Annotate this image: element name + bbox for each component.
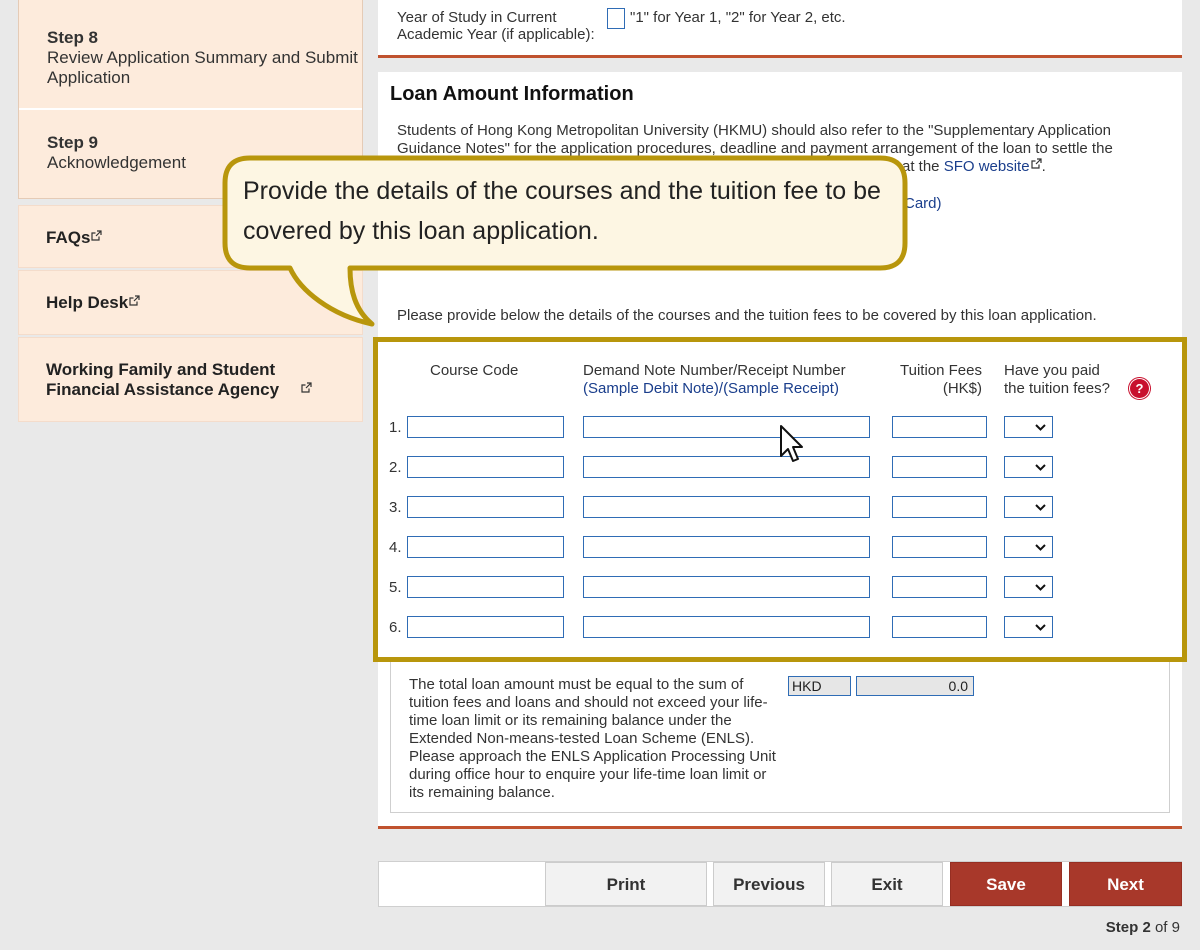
card-link-fragment[interactable]: Card) [904, 195, 942, 212]
chevron-down-icon [1035, 584, 1046, 591]
paid-fees-select[interactable] [1004, 416, 1053, 438]
course-code-input[interactable] [407, 536, 564, 558]
demand-note-input[interactable] [583, 416, 870, 438]
step-number: Step 8 [47, 28, 99, 47]
course-code-input[interactable] [407, 576, 564, 598]
save-button[interactable]: Save [950, 862, 1062, 906]
course-code-input[interactable] [407, 616, 564, 638]
sample-debit-note-link[interactable]: (Sample Debit Note) [583, 380, 719, 397]
course-code-input[interactable] [407, 496, 564, 518]
external-link-icon [129, 295, 140, 306]
tuition-fee-input[interactable] [892, 496, 987, 518]
course-row: 3. [378, 496, 1182, 520]
paid-fees-select[interactable] [1004, 456, 1053, 478]
external-link-icon [91, 230, 103, 241]
header-demand-note: Demand Note Number/Receipt Number (Sampl… [583, 362, 846, 397]
year-of-study-label: Year of Study in Current Academic Year (… [397, 9, 595, 43]
row-number: 3. [389, 499, 402, 516]
row-number: 2. [389, 459, 402, 476]
course-code-input[interactable] [407, 456, 564, 478]
total-loan-box: The total loan amount must be equal to t… [390, 660, 1170, 813]
sidebar-link-help-desk[interactable]: Help Desk [18, 270, 363, 335]
chevron-down-icon [1035, 464, 1046, 471]
chevron-down-icon [1035, 424, 1046, 431]
callout-text: Provide the details of the courses and t… [243, 177, 881, 245]
demand-note-input[interactable] [583, 496, 870, 518]
chevron-down-icon [1035, 544, 1046, 551]
demand-note-input[interactable] [583, 576, 870, 598]
course-instructions: Please provide below the details of the … [397, 307, 1097, 324]
tuition-fee-input[interactable] [892, 416, 987, 438]
demand-note-input[interactable] [583, 536, 870, 558]
row-number: 1. [389, 419, 402, 436]
tuition-fee-input[interactable] [892, 616, 987, 638]
mouse-cursor-icon [780, 425, 803, 462]
paid-fees-select[interactable] [1004, 616, 1053, 638]
section-heading: Loan Amount Information [390, 83, 634, 105]
sidebar-step-8[interactable]: Step 8 Review Application Summary and Su… [19, 0, 362, 110]
step-title: Review Application Summary and Submit Ap… [47, 48, 358, 87]
step-number: Step 9 [47, 133, 99, 152]
row-number: 5. [389, 579, 402, 596]
sidebar-link-label: Help Desk [46, 293, 129, 312]
header-course-code: Course Code [430, 362, 519, 379]
step-counter: Step 2 of 9 [1105, 919, 1180, 936]
demand-note-input[interactable] [583, 616, 870, 638]
tuition-fee-input[interactable] [892, 456, 987, 478]
next-button[interactable]: Next [1069, 862, 1182, 906]
sample-receipt-link[interactable]: /(Sample Receipt) [719, 380, 839, 397]
paid-fees-select[interactable] [1004, 536, 1053, 558]
total-amount-field: 0.0 [856, 676, 974, 696]
external-link-icon [1030, 158, 1042, 169]
tuition-fee-input[interactable] [892, 576, 987, 598]
year-of-study-input[interactable] [607, 8, 625, 29]
paid-fees-select[interactable] [1004, 496, 1053, 518]
exit-button[interactable]: Exit [831, 862, 943, 906]
step-title: Acknowledgement [47, 153, 186, 172]
header-tuition-fees: Tuition Fees (HK$) [900, 362, 982, 397]
sidebar-link-label: FAQs [46, 228, 91, 247]
tuition-fee-input[interactable] [892, 536, 987, 558]
demand-note-input[interactable] [583, 456, 870, 478]
external-link-icon [301, 382, 312, 393]
paid-fees-select[interactable] [1004, 576, 1053, 598]
course-row: 4. [378, 536, 1182, 560]
course-code-input[interactable] [407, 416, 564, 438]
chevron-down-icon [1035, 504, 1046, 511]
total-loan-note: The total loan amount must be equal to t… [409, 676, 776, 801]
sidebar-steps: Step 8 Review Application Summary and Su… [18, 0, 363, 199]
chevron-down-icon [1035, 624, 1046, 631]
row-number: 4. [389, 539, 402, 556]
row-number: 6. [389, 619, 402, 636]
sidebar-link-label: Working Family and Student Financial Ass… [46, 360, 280, 399]
hkmu-note-paragraph: Students of Hong Kong Metropolitan Unive… [397, 122, 1113, 175]
sidebar-link-wfsfaa[interactable]: Working Family and Student Financial Ass… [18, 337, 363, 422]
course-row: 5. [378, 576, 1182, 600]
print-button[interactable]: Print [545, 862, 707, 906]
help-icon[interactable]: ? [1130, 379, 1149, 398]
year-of-study-hint: "1" for Year 1, "2" for Year 2, etc. [630, 9, 846, 26]
year-of-study-section: Year of Study in Current Academic Year (… [378, 0, 1182, 58]
header-paid-fees: Have you paid the tuition fees? [1004, 362, 1110, 397]
previous-button[interactable]: Previous [713, 862, 825, 906]
currency-field: HKD [788, 676, 851, 696]
sfo-website-link[interactable]: SFO website [944, 158, 1042, 175]
course-row: 6. [378, 616, 1182, 640]
